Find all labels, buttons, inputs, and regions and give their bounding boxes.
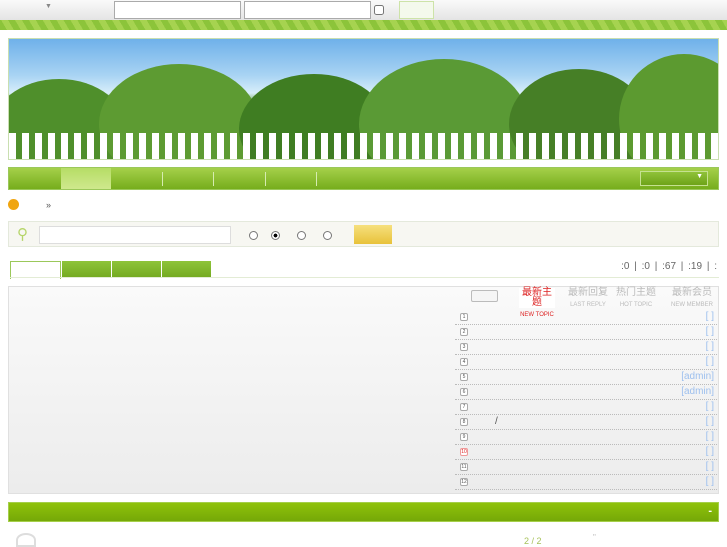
topic-author-link[interactable]: [admin] bbox=[681, 371, 714, 382]
topic-author-link[interactable]: [ ] bbox=[706, 446, 714, 457]
topic-row[interactable]: 2 [ ] bbox=[455, 325, 717, 340]
search-type-radio[interactable] bbox=[323, 231, 332, 240]
tab-2[interactable] bbox=[62, 261, 111, 277]
search-input[interactable] bbox=[39, 226, 231, 244]
topic-row[interactable]: 5 [admin] bbox=[455, 370, 717, 385]
tab-4[interactable] bbox=[162, 261, 211, 277]
password-input[interactable] bbox=[244, 1, 371, 19]
tab-new-topic[interactable]: 最新主题 NEW TOPIC bbox=[519, 288, 555, 318]
username-input[interactable] bbox=[114, 1, 241, 19]
tab-hot-topic[interactable]: 热门主题 HOT TOPIC bbox=[615, 288, 657, 309]
nav-dropdown[interactable]: ▼ bbox=[640, 171, 708, 186]
topic-row[interactable]: 6 [admin] bbox=[455, 385, 717, 400]
topic-row[interactable]: 1 [ ] bbox=[455, 310, 717, 325]
topic-author-link[interactable]: [admin] bbox=[681, 386, 714, 397]
topic-author-link[interactable]: [ ] bbox=[706, 326, 714, 337]
topic-number-icon: 11 bbox=[460, 463, 468, 471]
topic-number-icon: 4 bbox=[460, 358, 468, 366]
topic-title[interactable]: / bbox=[495, 416, 498, 427]
topic-author-link[interactable]: [ ] bbox=[706, 416, 714, 427]
top-stripe bbox=[0, 20, 727, 30]
topic-number-icon: 5 bbox=[460, 373, 468, 381]
section-header-bar: - bbox=[8, 502, 719, 522]
search-bar: ⚲ bbox=[8, 221, 719, 247]
topic-row[interactable]: 7 [ ] bbox=[455, 400, 717, 415]
forum-stats: :0 | :0 | :67 | :19 | : bbox=[621, 261, 717, 272]
collapse-toggle[interactable]: - bbox=[708, 505, 712, 517]
speech-bubble-icon bbox=[471, 290, 498, 302]
nav-item-active[interactable] bbox=[61, 168, 111, 189]
topic-number-icon: 1 bbox=[460, 313, 468, 321]
topic-author-link[interactable]: [ ] bbox=[706, 401, 714, 412]
topic-number-icon: 12 bbox=[460, 478, 468, 486]
topic-number-icon: 2 bbox=[460, 328, 468, 336]
topic-row[interactable]: 4 [ ] bbox=[455, 355, 717, 370]
tab-last-reply[interactable]: 最新回复 LAST REPLY bbox=[565, 288, 611, 309]
main-nav: ▼ bbox=[8, 167, 719, 190]
banner-image bbox=[8, 38, 719, 160]
topic-number-icon: 8 bbox=[460, 418, 468, 426]
latest-tabs: 最新主题 NEW TOPIC 最新回复 LAST REPLY 热门主题 HOT TOP… bbox=[455, 286, 719, 318]
topic-row[interactable]: 11 [ ] bbox=[455, 460, 717, 475]
topic-row[interactable]: 8 / [ ] bbox=[455, 415, 717, 430]
quote-mark: " bbox=[593, 533, 596, 542]
search-icon: ⚲ bbox=[17, 226, 28, 243]
notice-text: » bbox=[46, 200, 52, 210]
tab-new-member[interactable]: 最新会员 NEW MEMBER bbox=[667, 288, 717, 309]
topic-number-icon: 3 bbox=[460, 343, 468, 351]
topic-number-icon: 7 bbox=[460, 403, 468, 411]
topic-number-icon: 9 bbox=[460, 433, 468, 441]
topic-row[interactable]: 10 [ ] bbox=[455, 445, 717, 460]
chevron-down-icon[interactable]: ▼ bbox=[45, 3, 52, 10]
topic-author-link[interactable]: [ ] bbox=[706, 356, 714, 367]
topic-author-link[interactable]: [ ] bbox=[706, 476, 714, 487]
login-button[interactable] bbox=[399, 1, 434, 19]
topic-author-link[interactable]: [ ] bbox=[706, 461, 714, 472]
top-bar: ▼ bbox=[0, 0, 727, 20]
topic-row[interactable]: 3 [ ] bbox=[455, 340, 717, 355]
remember-checkbox[interactable] bbox=[374, 5, 384, 15]
search-type-radio[interactable] bbox=[271, 231, 280, 240]
topic-row[interactable]: 12 [ ] bbox=[455, 475, 717, 490]
search-type-radio[interactable] bbox=[297, 231, 306, 240]
topic-row[interactable]: 9 [ ] bbox=[455, 430, 717, 445]
notice-bulb-icon bbox=[8, 199, 19, 210]
topic-author-link[interactable]: [ ] bbox=[706, 341, 714, 352]
topic-author-link[interactable]: [ ] bbox=[706, 431, 714, 442]
tab-3[interactable] bbox=[112, 261, 161, 277]
search-button[interactable] bbox=[354, 225, 392, 244]
topic-author-link[interactable]: [ ] bbox=[706, 311, 714, 322]
topic-number-icon: 6 bbox=[460, 388, 468, 396]
topic-number-icon: 10 bbox=[460, 448, 468, 456]
search-type-radio[interactable] bbox=[249, 231, 258, 240]
chevron-down-icon: ▼ bbox=[696, 173, 703, 180]
